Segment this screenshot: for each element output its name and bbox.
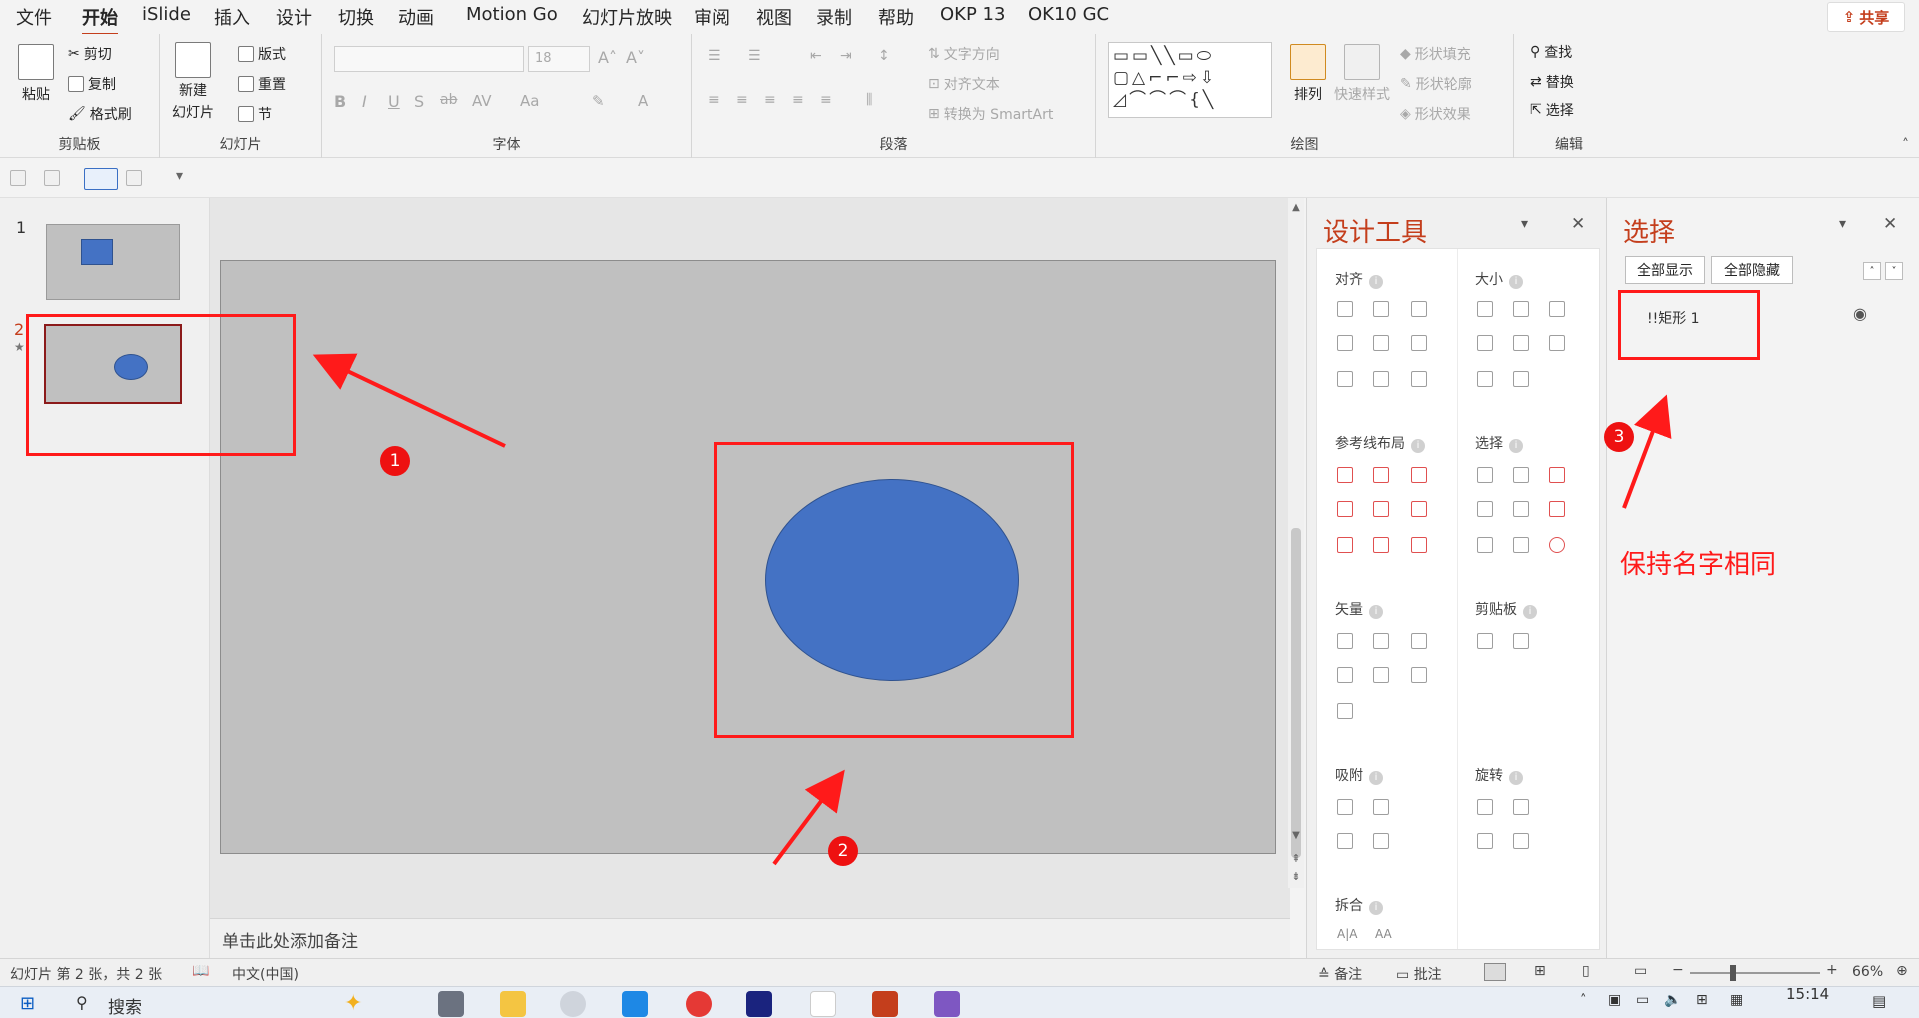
slide-position-status: 幻灯片 第 2 张，共 2 张 (10, 967, 163, 983)
search-app-icon[interactable] (560, 991, 586, 1017)
reading-view-icon[interactable]: ▯ (1582, 963, 1590, 979)
zoom-slider-thumb[interactable] (1730, 965, 1736, 981)
fit-to-window-icon[interactable]: ⊕ (1896, 963, 1908, 979)
powerpoint-icon[interactable] (872, 991, 898, 1017)
file-explorer-icon[interactable] (500, 991, 526, 1017)
annotation-marker-3: 3 (1604, 422, 1634, 452)
language-status[interactable]: 中文(中国) (232, 964, 299, 984)
volume-icon[interactable]: 🔈 (1664, 992, 1681, 1008)
app-icon[interactable] (622, 991, 648, 1017)
zoom-in-icon[interactable]: + (1826, 962, 1838, 978)
network-icon[interactable]: ▭ (1636, 992, 1649, 1008)
annotation-arrow-3 (1622, 394, 1672, 509)
zoom-out-icon[interactable]: − (1672, 962, 1684, 978)
typora-icon[interactable] (810, 991, 836, 1017)
status-bar: 幻灯片 第 2 张，共 2 张 📖 中文(中国) ≙ 备注 ▭ 批注 ⊞ ▯ ▭… (0, 958, 1919, 986)
copilot-icon[interactable]: ✦ (344, 991, 362, 1016)
notes-toggle[interactable]: ≙ 备注 (1318, 964, 1362, 984)
annotation-arrow-1 (312, 353, 506, 448)
notification-icon[interactable]: ▤ (1872, 992, 1886, 1010)
slide-sorter-icon[interactable]: ⊞ (1534, 963, 1546, 979)
notes-icon: ≙ (1318, 967, 1330, 983)
tray-app-icon[interactable]: ▣ (1608, 992, 1621, 1008)
zoom-slider[interactable] (1690, 965, 1820, 981)
search-icon[interactable]: ⚲ (76, 993, 88, 1012)
accessibility-icon[interactable]: 📖 (192, 963, 209, 979)
zoom-level[interactable]: 66% (1852, 964, 1883, 980)
annotation-marker-1: 1 (380, 446, 410, 476)
slideshow-icon[interactable]: ▭ (1634, 963, 1647, 979)
comments-toggle[interactable]: ▭ 批注 (1396, 964, 1442, 984)
annotation-note: 保持名字相同 (1620, 550, 1777, 580)
windows-taskbar: ⊞ ⚲ 搜索 ✦ ˄ ▣ ▭ 🔈 ⊞ ▦ 15:14 ▤ (0, 985, 1919, 1018)
annotation-marker-2: 2 (828, 836, 858, 866)
comment-icon: ▭ (1396, 967, 1410, 983)
tray-chevron-icon[interactable]: ˄ (1580, 993, 1587, 1008)
tray-m-icon[interactable]: ▦ (1730, 992, 1743, 1008)
taskbar-search[interactable]: 搜索 (108, 993, 142, 1018)
input-method-icon[interactable]: ⊞ (1696, 992, 1708, 1008)
obsidian-icon[interactable] (934, 991, 960, 1017)
windows-start-icon[interactable]: ⊞ (20, 993, 35, 1014)
chrome-icon[interactable] (686, 991, 712, 1017)
annotation-arrows (312, 353, 1672, 866)
normal-view-icon[interactable] (1484, 963, 1506, 981)
taskbar-clock[interactable]: 15:14 (1786, 985, 1829, 1003)
task-view-icon[interactable] (438, 991, 464, 1017)
sw-app-icon[interactable] (746, 991, 772, 1017)
